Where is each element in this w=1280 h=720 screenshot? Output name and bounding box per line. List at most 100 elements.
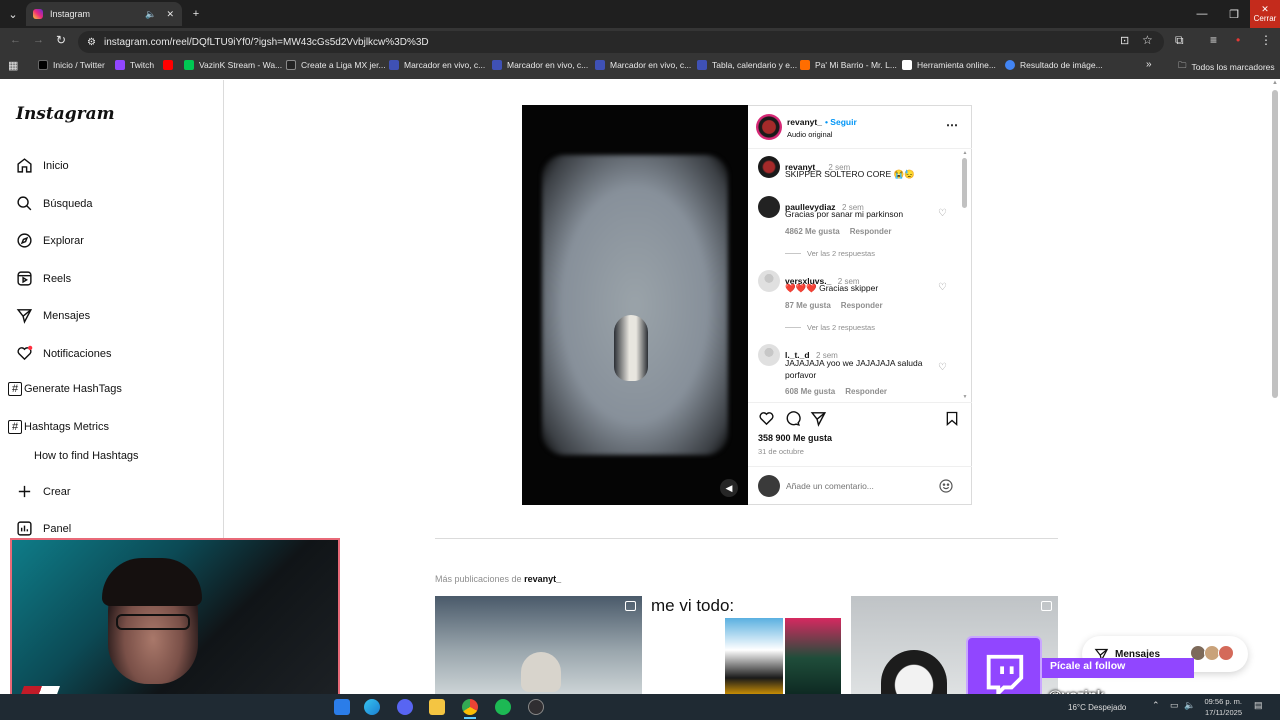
author-avatar[interactable]	[756, 114, 782, 140]
all-bookmarks-folder[interactable]: 🗀 Todos los marcadores	[1178, 60, 1275, 74]
nav-item-busqueda[interactable]: Búsqueda	[16, 195, 93, 212]
minimize-icon[interactable]: —	[1186, 0, 1218, 28]
bookmark-item[interactable]	[163, 60, 173, 70]
close-window-button[interactable]: ✕ Cerrar	[1250, 0, 1280, 28]
nav-item-crear[interactable]: Crear	[16, 483, 71, 500]
mute-button[interactable]: ◀	[720, 479, 738, 497]
post-thumbnail[interactable]	[435, 596, 642, 696]
notification-icon[interactable]: ▤	[1254, 700, 1263, 711]
instagram-logo[interactable]: Instagram	[16, 104, 115, 124]
reel-video[interactable]: ◀	[522, 105, 748, 505]
obs-icon[interactable]	[528, 699, 544, 715]
chrome-icon[interactable]	[462, 699, 478, 715]
apps-icon[interactable]: ▦	[8, 59, 18, 72]
tab-close-icon[interactable]: ✕	[166, 9, 174, 20]
bookmark-item[interactable]: Marcador en vivo, c...	[595, 60, 691, 70]
nav-item-mensajes[interactable]: Mensajes	[16, 307, 90, 324]
scrollbar-thumb[interactable]	[962, 158, 967, 208]
save-icon[interactable]	[944, 410, 960, 427]
profile-icon[interactable]: •	[1236, 33, 1240, 47]
tray-chevron-icon[interactable]: ⌃	[1152, 700, 1160, 711]
extensions-icon[interactable]: ⧉	[1175, 33, 1184, 48]
nav-item-notificaciones[interactable]: Notificaciones	[16, 345, 111, 362]
comment-like-icon[interactable]: ♡	[938, 282, 947, 293]
post-thumbnail[interactable]: me vi todo:	[643, 596, 850, 696]
comment-likes[interactable]: 608 Me gusta	[785, 387, 835, 396]
bookmark-item[interactable]: Inicio / Twitter	[38, 60, 105, 70]
address-bar[interactable]: ⚙ instagram.com/reel/DQfLTU9iYf0/?igsh=M…	[78, 31, 1164, 53]
file-explorer-icon[interactable]	[429, 699, 445, 715]
back-icon[interactable]: ←	[10, 34, 21, 46]
clock[interactable]: 09:56 p. m. 17/11/2025	[1200, 696, 1242, 718]
discord-icon[interactable]	[397, 699, 413, 715]
nav-item-hashtags-metrics[interactable]: # Hashtags Metrics	[8, 420, 109, 434]
nav-item-how-to-find-hashtags[interactable]: How to find Hashtags	[34, 450, 139, 462]
comment-avatar[interactable]	[758, 270, 780, 292]
media-control-icon[interactable]: ≡	[1210, 33, 1217, 47]
scroll-up-icon[interactable]: ▲	[1270, 80, 1280, 86]
comment-like-icon[interactable]: ♡	[938, 208, 947, 219]
reply-button[interactable]: Responder	[841, 301, 883, 310]
network-icon[interactable]: ▭	[1170, 700, 1179, 711]
menu-icon[interactable]: ⋮	[1260, 33, 1272, 47]
bookmark-item[interactable]: Create a Liga MX jer...	[286, 60, 386, 70]
nav-item-panel[interactable]: Panel	[16, 520, 71, 537]
comment-likes[interactable]: 87 Me gusta	[785, 301, 831, 310]
bookmark-item[interactable]: Marcador en vivo, c...	[492, 60, 588, 70]
like-count[interactable]: 358 900 Me gusta	[758, 433, 832, 443]
more-options-icon[interactable]: ⋯	[946, 118, 958, 132]
comment-like-icon[interactable]: ♡	[938, 362, 947, 373]
bookmark-item[interactable]: Twitch	[115, 60, 154, 70]
bookmark-item[interactable]: Herramienta online...	[902, 60, 996, 70]
install-app-icon[interactable]: ⊡	[1120, 34, 1129, 47]
comment-input[interactable]	[786, 478, 926, 494]
share-icon[interactable]	[810, 410, 827, 427]
reply-button[interactable]: Responder	[845, 387, 887, 396]
restore-icon[interactable]: ❐	[1218, 0, 1250, 28]
comment-icon[interactable]	[784, 410, 801, 427]
bookmark-item[interactable]: Pa' Mi Barrio - Mr. L...	[800, 60, 897, 70]
weather-widget[interactable]: 16°C Despejado	[1068, 703, 1126, 712]
follow-button[interactable]: • Seguir	[825, 117, 857, 127]
scroll-down-icon[interactable]: ▼	[962, 394, 968, 400]
nav-item-inicio[interactable]: Inicio	[16, 157, 69, 174]
like-icon[interactable]	[758, 410, 775, 427]
bookmark-item[interactable]: VazinK Stream - Wa...	[184, 60, 282, 70]
taskbar-app-icon[interactable]	[334, 699, 350, 715]
more-posts-username[interactable]: revanyt_	[524, 574, 561, 584]
tab-audio-icon[interactable]: 🔈	[145, 9, 156, 20]
spotify-icon[interactable]	[495, 699, 511, 715]
author-username[interactable]: revanyt_	[787, 117, 822, 127]
bookmark-item[interactable]: Marcador en vivo, c...	[389, 60, 485, 70]
volume-icon[interactable]: 🔈	[1184, 700, 1195, 711]
browser-tab[interactable]: Instagram 🔈 ✕	[26, 2, 182, 26]
emoji-icon[interactable]	[938, 478, 954, 494]
forward-icon[interactable]: →	[33, 34, 44, 46]
hashtag-icon: #	[8, 420, 22, 434]
comment-likes[interactable]: 4862 Me gusta	[785, 227, 840, 236]
comment-avatar[interactable]	[758, 344, 780, 366]
reply-button[interactable]: Responder	[850, 227, 892, 236]
nav-item-explorar[interactable]: Explorar	[16, 232, 84, 249]
music-icon	[800, 60, 810, 70]
view-replies-button[interactable]: Ver las 2 respuestas	[785, 323, 875, 332]
scroll-up-icon[interactable]: ▲	[962, 150, 968, 156]
comments-scrollbar[interactable]: ▲ ▼	[962, 150, 968, 400]
page-scrollbar[interactable]: ▲	[1270, 80, 1280, 694]
bookmark-item[interactable]: Resultado de imáge...	[1005, 60, 1103, 70]
caption-avatar[interactable]	[758, 156, 780, 178]
view-replies-button[interactable]: Ver las 2 respuestas	[785, 249, 875, 258]
nav-item-reels[interactable]: Reels	[16, 270, 71, 287]
audio-label[interactable]: Audio original	[787, 130, 832, 139]
tab-search-icon[interactable]: ⌄	[0, 0, 26, 28]
nav-item-generate-hashtags[interactable]: # Generate HashTags	[8, 382, 122, 396]
edge-icon[interactable]	[364, 699, 380, 715]
more-bookmarks-icon[interactable]: »	[1146, 59, 1152, 70]
page-scrollbar-thumb[interactable]	[1272, 90, 1278, 398]
bookmark-item[interactable]: Tabla, calendario y e...	[697, 60, 797, 70]
site-info-icon[interactable]: ⚙	[87, 37, 96, 48]
bookmark-star-icon[interactable]: ☆	[1142, 33, 1153, 47]
reload-icon[interactable]: ↻	[56, 33, 66, 47]
new-tab-icon[interactable]: +	[180, 0, 212, 28]
comment-avatar[interactable]	[758, 196, 780, 218]
